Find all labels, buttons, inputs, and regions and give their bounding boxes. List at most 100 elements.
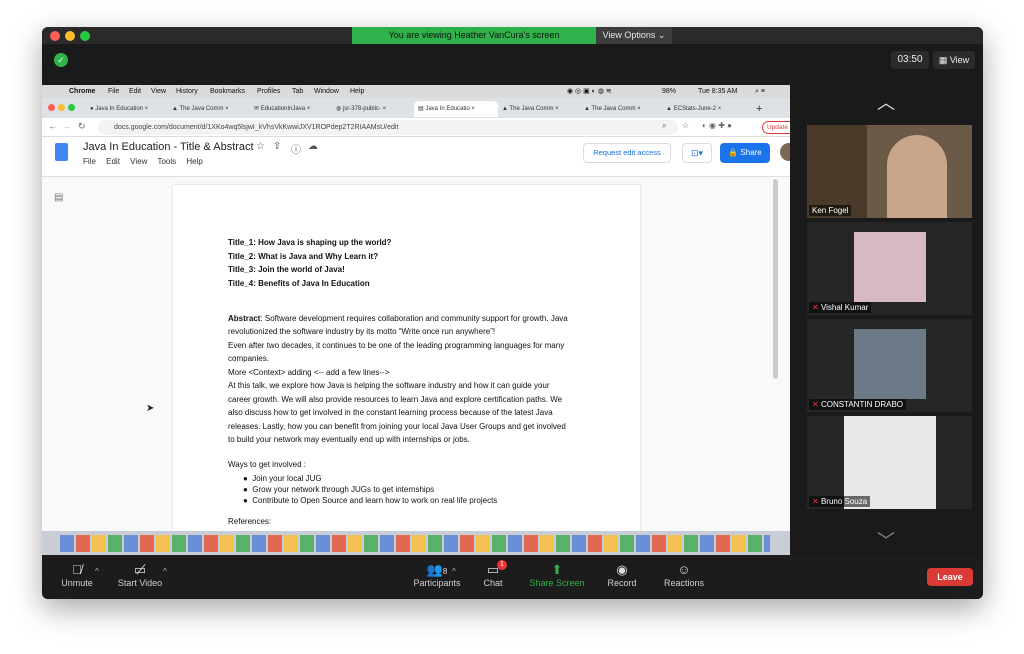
- video-options-chevron-icon[interactable]: ^: [163, 567, 167, 576]
- participant-image: [887, 135, 947, 218]
- status-icon[interactable]: ⓘ: [291, 141, 301, 156]
- list-item-text: Grow your network through JUGs to get in…: [252, 485, 435, 494]
- back-icon[interactable]: ←: [48, 121, 57, 131]
- view-button-label: View: [949, 55, 970, 65]
- abstract-line: to build your network may eventually end…: [228, 435, 470, 444]
- request-edit-button[interactable]: Request edit access: [583, 143, 671, 163]
- abstract-line: At this talk, we explore how Java is hel…: [228, 381, 550, 390]
- cloud-icon[interactable]: ☁: [308, 141, 318, 152]
- menu-history[interactable]: History: [176, 85, 198, 98]
- participant-video[interactable]: ✕ Bruno Souza: [807, 416, 972, 509]
- view-options-button[interactable]: View Options ⌄: [596, 27, 672, 44]
- tab-title: Java In Education: [95, 106, 143, 112]
- spotlight-icon[interactable]: ⌕ ≡: [755, 85, 765, 98]
- mac-dock: [42, 531, 790, 556]
- docs-menu: File Edit View Tools Help: [83, 157, 203, 166]
- browser-tab-active[interactable]: ▤ Java In Educatio ×: [414, 101, 498, 117]
- update-button[interactable]: Update: [762, 121, 790, 134]
- zoom-titlebar: You are viewing Heather VanCura's screen…: [42, 27, 983, 44]
- reactions-icon: ☺: [677, 562, 691, 577]
- outline-icon[interactable]: ▤: [54, 192, 63, 203]
- reactions-button[interactable]: ☺ Reactions: [649, 555, 719, 599]
- unmute-button[interactable]: 🎙̸ Unmute: [42, 555, 112, 599]
- scroll-down-icon[interactable]: ﹀: [877, 527, 895, 553]
- maximize-window-button[interactable]: [80, 31, 90, 41]
- browser-maximize-button[interactable]: [68, 104, 75, 111]
- star-document-icon[interactable]: ☆: [256, 141, 265, 152]
- abstract-line: also discuss how to get involved in the …: [228, 408, 553, 417]
- close-window-button[interactable]: [50, 31, 60, 41]
- tab-title: Java In Educatio: [425, 106, 470, 112]
- menu-tab[interactable]: Tab: [292, 85, 303, 98]
- menu-help[interactable]: Help: [350, 85, 364, 98]
- audio-options-chevron-icon[interactable]: ^: [95, 567, 99, 576]
- docs-menu-file[interactable]: File: [83, 157, 96, 166]
- participant-name: Vishal Kumar: [820, 303, 869, 312]
- participant-video[interactable]: Ken Fogel: [807, 125, 972, 218]
- browser-minimize-button[interactable]: [58, 104, 65, 111]
- zoom-icon[interactable]: ⌕: [662, 121, 666, 131]
- abstract-label: Abstract: [228, 314, 261, 323]
- extension-icons[interactable]: ◐ ◉ ✚ ●: [702, 121, 732, 130]
- menu-edit[interactable]: Edit: [129, 85, 141, 98]
- browser-tab[interactable]: ▲ The Java Comm ×: [168, 101, 250, 117]
- participant-video[interactable]: ✕ Vishal Kumar: [807, 222, 972, 315]
- minimize-window-button[interactable]: [65, 31, 75, 41]
- scroll-up-icon[interactable]: ︿: [877, 89, 895, 115]
- reload-icon[interactable]: ↻: [78, 121, 86, 132]
- start-video-button[interactable]: ▭̸ Start Video: [105, 555, 175, 599]
- participant-video[interactable]: ✕ CONSTANTIN DRABO: [807, 319, 972, 412]
- menu-bookmarks[interactable]: Bookmarks: [210, 85, 245, 98]
- browser-close-button[interactable]: [48, 104, 55, 111]
- chat-button[interactable]: ▭ Chat: [458, 555, 528, 599]
- doc-title-line: Title_1: How Java is shaping up the worl…: [228, 238, 392, 247]
- participant-image: [854, 329, 926, 399]
- list-item: ● Grow your network through JUGs to get …: [243, 485, 435, 494]
- docs-menu-view[interactable]: View: [130, 157, 147, 166]
- document-title[interactable]: Java In Education - Title & Abstract: [83, 141, 254, 153]
- docs-menu-edit[interactable]: Edit: [106, 157, 120, 166]
- reactions-label: Reactions: [663, 578, 705, 588]
- zoom-window: You are viewing Heather VanCura's screen…: [42, 27, 983, 599]
- browser-tab[interactable]: ✉ EducationInJava ×: [250, 101, 332, 117]
- url-field[interactable]: docs.google.com/document/d/1XKo4wq5lsjwI…: [98, 120, 678, 135]
- browser-tab[interactable]: ▲ The Java Comm ×: [580, 101, 662, 117]
- participants-chevron-icon[interactable]: ^: [452, 567, 456, 576]
- dock-app-icons[interactable]: [60, 535, 770, 552]
- browser-tab[interactable]: ▲ ECStats-June-2 ×: [662, 101, 746, 117]
- menu-profiles[interactable]: Profiles: [257, 85, 280, 98]
- view-button[interactable]: ▦ View: [933, 51, 975, 69]
- avatar[interactable]: [780, 143, 790, 161]
- share-banner: You are viewing Heather VanCura's screen: [352, 27, 596, 44]
- move-icon[interactable]: ⇪: [273, 141, 281, 152]
- shared-screen: Chrome File Edit View History Bookmarks …: [42, 85, 790, 556]
- menu-view[interactable]: View: [151, 85, 166, 98]
- browser-tab[interactable]: ▲ The Java Comm ×: [498, 101, 580, 117]
- abstract-text: : Software development requires collabor…: [260, 314, 568, 323]
- chat-label: Chat: [483, 578, 503, 588]
- shield-icon[interactable]: ✓: [54, 53, 68, 67]
- muted-mic-icon: ✕: [812, 400, 819, 409]
- browser-tab[interactable]: ● Java In Education ×: [86, 101, 168, 117]
- list-item-text: Contribute to Open Source and learn how …: [252, 496, 498, 505]
- record-button[interactable]: ◉ Record: [587, 555, 657, 599]
- docs-menu-tools[interactable]: Tools: [157, 157, 176, 166]
- forward-icon[interactable]: →: [62, 121, 71, 131]
- share-button[interactable]: 🔒 Share: [720, 143, 770, 163]
- participant-image: [854, 232, 926, 302]
- menu-file[interactable]: File: [108, 85, 119, 98]
- menu-app-name[interactable]: Chrome: [69, 85, 95, 98]
- share-screen-button[interactable]: ⬆ Share Screen: [522, 555, 592, 599]
- star-icon[interactable]: ☆: [682, 121, 689, 130]
- leave-button[interactable]: Leave: [927, 568, 973, 586]
- participants-label: Participants: [413, 578, 461, 588]
- participant-name: Bruno Souza: [820, 497, 868, 506]
- menu-window[interactable]: Window: [314, 85, 339, 98]
- present-icon[interactable]: ⊡▾: [682, 143, 712, 163]
- scrollbar[interactable]: [773, 179, 778, 379]
- new-tab-button[interactable]: +: [752, 101, 772, 117]
- participant-name: CONSTANTIN DRABO: [820, 400, 904, 409]
- docs-menu-help[interactable]: Help: [186, 157, 202, 166]
- browser-tab[interactable]: ◍ jsr-378-public- ×: [332, 101, 414, 117]
- docs-logo-icon[interactable]: [55, 143, 68, 161]
